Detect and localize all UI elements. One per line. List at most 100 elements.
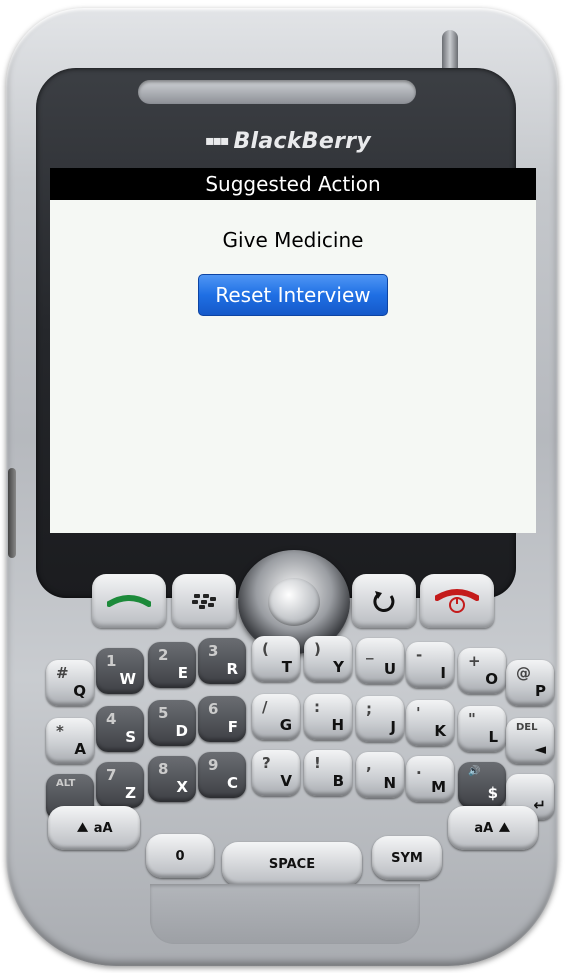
key-alt-label: /: [262, 698, 268, 716]
zero-key[interactable]: 0: [146, 834, 214, 878]
key-alt-label: .: [416, 760, 422, 778]
key-row1-8[interactable]: + O: [458, 648, 506, 694]
key-row3-5[interactable]: ! B: [304, 750, 352, 796]
key-main-label: K: [434, 722, 446, 740]
key-row1-0[interactable]: # Q: [46, 660, 94, 706]
key-main-label: T: [281, 658, 292, 676]
key-alt-label: 3: [208, 642, 219, 660]
key-alt-label: 1: [106, 652, 117, 670]
earpiece-speaker: [138, 80, 416, 104]
key-alt-label: ;: [366, 700, 372, 718]
key-row1-9[interactable]: @ P: [506, 660, 554, 706]
key-alt-label: ": [468, 710, 476, 728]
key-row2-5[interactable]: :H: [304, 694, 352, 740]
key-row1-1[interactable]: 1W: [96, 648, 144, 694]
key-row1-7[interactable]: -I: [406, 642, 454, 688]
key-alt-label: 4: [106, 710, 117, 728]
side-volume-key[interactable]: [8, 468, 16, 558]
blackberry-menu-icon: [192, 594, 216, 609]
blackberry-logo: ▪▪▪ BlackBerry: [205, 122, 385, 160]
key-alt-label: 5: [158, 704, 169, 722]
key-row2-3[interactable]: 6F: [198, 696, 246, 742]
key-main-label: W: [119, 670, 136, 688]
reset-interview-button[interactable]: Reset Interview: [198, 274, 388, 316]
key-alt-label: _: [366, 642, 374, 660]
key-main-label: R: [226, 660, 238, 678]
blackberry-dots-icon: ▪▪▪: [205, 133, 230, 149]
key-main-label: O: [485, 670, 498, 688]
key-main-label: N: [383, 774, 396, 792]
key-main-label: Z: [125, 784, 136, 802]
key-alt-label: 6: [208, 700, 219, 718]
key-row2-6[interactable]: ; J: [356, 696, 404, 742]
key-alt-label: @: [516, 664, 531, 682]
key-main-label: Y: [333, 658, 344, 676]
trackball[interactable]: [268, 578, 320, 626]
key-main-label: B: [332, 772, 344, 790]
key-row1-2[interactable]: 2E: [148, 642, 196, 688]
call-key[interactable]: [92, 574, 166, 628]
right-shift-label: aA: [474, 820, 494, 836]
sym-key[interactable]: SYM: [372, 836, 442, 880]
end-key[interactable]: [420, 574, 494, 628]
key-main-label: S: [125, 728, 136, 746]
device-screen: Suggested Action Give Medicine Reset Int…: [50, 168, 536, 533]
key-row3-8[interactable]: 🔊 $: [458, 762, 506, 808]
key-row3-6[interactable]: ,N: [356, 752, 404, 798]
key-row2-0[interactable]: * A: [46, 718, 94, 764]
key-row3-2[interactable]: 8X: [148, 756, 196, 802]
key-alt-label: *: [56, 722, 64, 740]
space-key[interactable]: SPACE: [222, 842, 362, 886]
key-alt-label: 9: [208, 756, 219, 774]
key-main-label: $: [487, 784, 498, 802]
screen-title: Suggested Action: [50, 168, 536, 200]
key-alt-label: +: [468, 652, 481, 670]
space-key-label: SPACE: [268, 856, 316, 872]
back-arrow-icon: [373, 591, 395, 612]
key-row3-4[interactable]: ? V: [252, 750, 300, 796]
key-main-label: M: [431, 778, 446, 796]
shift-arrow-icon: ⯅: [497, 817, 512, 839]
key-row1-3[interactable]: 3R: [198, 638, 246, 684]
key-row1-4[interactable]: (T: [252, 636, 300, 682]
key-alt-label: 7: [106, 766, 117, 784]
key-main-label: J: [390, 718, 396, 736]
key-row2-8[interactable]: " L: [458, 706, 506, 752]
key-alt-label: DEL: [516, 722, 538, 733]
key-row2-9[interactable]: DEL ◄: [506, 718, 554, 764]
key-main-label: X: [176, 778, 188, 796]
left-shift-key[interactable]: ⯅ aA: [48, 806, 140, 850]
key-alt-label: -: [416, 646, 423, 664]
key-main-label: G: [279, 716, 292, 734]
key-main-label: V: [280, 772, 292, 790]
key-main-label: ◄: [534, 740, 546, 758]
key-main-label: P: [535, 682, 546, 700]
zero-key-label: 0: [175, 848, 185, 864]
phone-chin: [150, 884, 420, 944]
suggested-action-text: Give Medicine: [222, 228, 364, 252]
key-alt-label: 8: [158, 760, 169, 778]
key-row2-2[interactable]: 5D: [148, 700, 196, 746]
phone-green-icon: [107, 595, 151, 607]
key-alt-label: #: [56, 664, 69, 682]
key-row3-7[interactable]: .M: [406, 756, 454, 802]
key-row2-1[interactable]: 4S: [96, 706, 144, 752]
brand-label: BlackBerry: [233, 129, 372, 154]
sym-key-label: SYM: [391, 850, 423, 866]
right-shift-key[interactable]: aA ⯅: [448, 806, 538, 850]
key-row2-7[interactable]: ' K: [406, 700, 454, 746]
key-alt-label: ': [416, 704, 421, 722]
key-row3-3[interactable]: 9C: [198, 752, 246, 798]
shift-arrow-icon: ⯅: [75, 817, 90, 839]
key-main-label: L: [488, 728, 498, 746]
key-row1-5[interactable]: ) Y: [304, 636, 352, 682]
key-row2-4[interactable]: / G: [252, 694, 300, 740]
key-row1-6[interactable]: _ U: [356, 638, 404, 684]
key-alt-label: 2: [158, 646, 169, 664]
key-row3-1[interactable]: 7Z: [96, 762, 144, 808]
menu-key[interactable]: [172, 574, 236, 628]
key-main-label: A: [74, 740, 86, 758]
back-key[interactable]: [352, 574, 416, 628]
key-main-label: E: [177, 664, 188, 682]
key-main-label: ↵: [533, 796, 546, 814]
